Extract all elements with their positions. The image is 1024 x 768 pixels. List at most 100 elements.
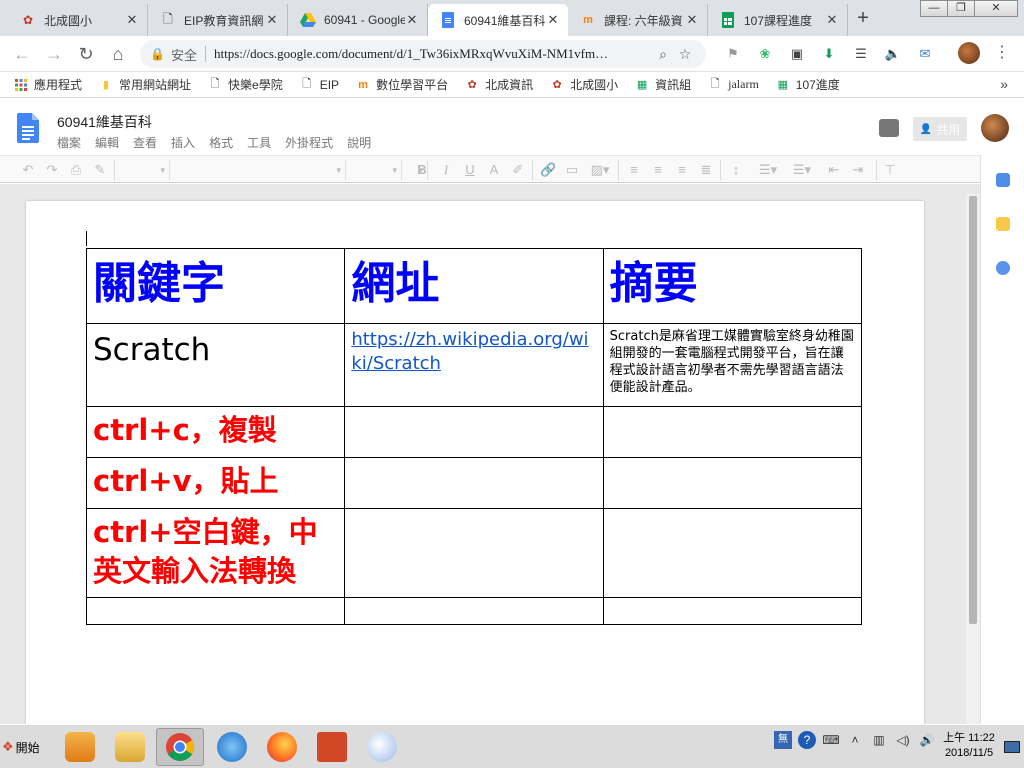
menu-help[interactable]: 說明 bbox=[347, 134, 371, 151]
style-select[interactable]: ▾ bbox=[174, 160, 346, 180]
menu-view[interactable]: 查看 bbox=[133, 134, 157, 151]
tab-google-sheets[interactable]: 107課程進度 ✕ bbox=[708, 4, 848, 36]
keyword-table[interactable]: 關鍵字 網址 摘要 Scratch https://zh.wikipedia.o… bbox=[85, 248, 863, 625]
table-cell[interactable]: Scratch bbox=[85, 323, 346, 407]
document-title[interactable]: 60941維基百科 bbox=[57, 112, 152, 132]
system-clock[interactable]: 上午 11:22 2018/11/5 bbox=[940, 731, 998, 761]
table-cell[interactable] bbox=[602, 508, 863, 598]
undo-icon[interactable]: ↶ bbox=[20, 161, 36, 179]
decrease-indent-icon[interactable]: ⇤ bbox=[826, 161, 842, 179]
volume-icon[interactable]: 🔊 bbox=[918, 731, 936, 749]
address-bar[interactable]: 🔒 安全 https://docs.google.com/document/d/… bbox=[140, 40, 706, 68]
table-cell[interactable]: ctrl+空白鍵，中英文輸入法轉換 bbox=[85, 508, 346, 598]
table-cell[interactable] bbox=[344, 508, 604, 598]
menu-edit[interactable]: 編輯 bbox=[95, 134, 119, 151]
table-cell[interactable] bbox=[602, 597, 863, 625]
zoom-select[interactable]: ▾ bbox=[118, 160, 170, 180]
tab-eip[interactable]: 🗋 EIP教育資訊網 ✕ bbox=[148, 4, 288, 36]
bookmark-eip[interactable]: 🗋 EIP bbox=[300, 78, 339, 92]
bookmark-info-group[interactable]: ▦ 資訊組 bbox=[635, 76, 691, 93]
table-cell[interactable]: 網址 bbox=[344, 248, 604, 324]
tab-moodle-course[interactable]: m 課程: 六年級資 ✕ bbox=[568, 4, 708, 36]
menu-file[interactable]: 檔案 bbox=[57, 134, 81, 151]
vertical-scrollbar[interactable] bbox=[966, 194, 980, 724]
chrome-icon[interactable] bbox=[156, 728, 204, 766]
show-desktop-button[interactable] bbox=[1004, 741, 1020, 753]
comments-icon[interactable] bbox=[879, 119, 899, 137]
bookmark-107-progress[interactable]: ▦ 107進度 bbox=[776, 76, 840, 93]
list-extension-icon[interactable]: ☰ bbox=[850, 44, 872, 64]
reload-icon[interactable]: ↻ bbox=[74, 42, 98, 66]
input-method-icon[interactable]: 無 bbox=[774, 731, 792, 749]
back-arrow-icon[interactable]: ← bbox=[10, 42, 34, 66]
font-select[interactable]: ▾ bbox=[350, 160, 402, 180]
table-cell[interactable] bbox=[344, 406, 604, 458]
table-cell[interactable]: Scratch是麻省理工媒體實驗室終身幼稚園組開發的一套電腦程式開發平台，旨在讓… bbox=[602, 323, 863, 407]
firefox-icon[interactable] bbox=[258, 728, 306, 766]
close-icon[interactable]: ✕ bbox=[685, 12, 699, 28]
menu-tools[interactable]: 工具 bbox=[247, 134, 271, 151]
comment-icon[interactable]: ▭ bbox=[564, 161, 580, 179]
menu-addons[interactable]: 外掛程式 bbox=[285, 134, 333, 151]
keep-notes-icon[interactable] bbox=[996, 217, 1010, 231]
bookmarks-overflow-icon[interactable]: » bbox=[1000, 76, 1008, 92]
google-docs-icon[interactable] bbox=[17, 113, 39, 143]
bookmark-apps[interactable]: 應用程式 bbox=[14, 76, 82, 93]
line-spacing-icon[interactable]: ↕ bbox=[728, 161, 744, 179]
table-cell[interactable]: ctrl+v，貼上 bbox=[85, 457, 346, 509]
align-center-icon[interactable]: ≡ bbox=[650, 161, 666, 179]
new-tab-button[interactable]: + bbox=[852, 8, 874, 30]
speaker-extension-icon[interactable]: 🔈 bbox=[882, 44, 904, 64]
scrollbar-thumb[interactable] bbox=[969, 196, 977, 624]
share-button[interactable]: 👤 共用 bbox=[913, 117, 967, 141]
redo-icon[interactable]: ↷ bbox=[44, 161, 60, 179]
calendar-icon[interactable] bbox=[996, 173, 1010, 187]
align-right-icon[interactable]: ≡ bbox=[674, 161, 690, 179]
underline-icon[interactable]: U bbox=[462, 161, 478, 179]
highlight-icon[interactable]: ✐ bbox=[510, 161, 526, 179]
url-text[interactable]: https://docs.google.com/document/d/1_Tw3… bbox=[214, 46, 652, 62]
tab-beicheng[interactable]: ✿ 北成國小 ✕ bbox=[8, 4, 148, 36]
keyboard-layout-icon[interactable]: ⌨ bbox=[822, 731, 840, 749]
start-button[interactable]: ❖ 開始 bbox=[2, 733, 50, 761]
download-extension-icon[interactable]: ⬇ bbox=[818, 44, 840, 64]
powerpoint-icon[interactable] bbox=[308, 728, 356, 766]
restore-button[interactable]: ❐ bbox=[947, 0, 975, 17]
paint-format-icon[interactable]: ✎ bbox=[92, 161, 108, 179]
window-close-button[interactable]: ✕ bbox=[974, 0, 1018, 17]
table-cell[interactable] bbox=[344, 597, 604, 625]
table-cell[interactable]: https://zh.wikipedia.org/wiki/Scratch bbox=[344, 323, 604, 407]
tab-google-docs-active[interactable]: 60941維基百科 ✕ bbox=[428, 4, 568, 36]
bookmark-digital-learning[interactable]: m 數位學習平台 bbox=[356, 76, 448, 93]
close-icon[interactable]: ✕ bbox=[265, 12, 279, 28]
menu-format[interactable]: 格式 bbox=[209, 134, 233, 151]
table-cell[interactable] bbox=[85, 597, 346, 625]
account-avatar[interactable] bbox=[981, 114, 1009, 142]
help-icon[interactable]: ? bbox=[798, 731, 816, 749]
bookmark-star-icon[interactable]: ☆ bbox=[674, 46, 696, 63]
justify-icon[interactable]: ≣ bbox=[698, 161, 714, 179]
pdf-extension-icon[interactable]: ⚑ bbox=[722, 44, 744, 64]
numbered-list-icon[interactable]: ☰▾ bbox=[756, 161, 780, 179]
document-page[interactable]: 關鍵字 網址 摘要 Scratch https://zh.wikipedia.o… bbox=[26, 201, 924, 724]
media-player-icon[interactable] bbox=[56, 728, 104, 766]
tasks-icon[interactable] bbox=[996, 261, 1010, 275]
show-hidden-icons-icon[interactable]: ˄ bbox=[846, 731, 864, 749]
bookmark-beicheng-school[interactable]: ✿ 北成國小 bbox=[550, 76, 618, 93]
table-cell[interactable]: ctrl+c，複製 bbox=[85, 406, 346, 458]
increase-indent-icon[interactable]: ⇥ bbox=[850, 161, 866, 179]
home-icon[interactable]: ⌂ bbox=[106, 42, 130, 66]
close-icon[interactable]: ✕ bbox=[405, 12, 419, 28]
bold-icon[interactable]: B bbox=[414, 161, 430, 179]
network-icon[interactable]: ▥ bbox=[870, 731, 888, 749]
table-cell[interactable] bbox=[602, 406, 863, 458]
print-icon[interactable]: ⎙ bbox=[68, 161, 84, 179]
mail-extension-icon[interactable]: ✉ bbox=[914, 44, 936, 64]
wikipedia-link[interactable]: https://zh.wikipedia.org/wiki/Scratch bbox=[351, 328, 596, 376]
bookmark-happy-e-academy[interactable]: 🗋 快樂e學院 bbox=[208, 76, 283, 93]
minimize-button[interactable]: — bbox=[920, 0, 948, 17]
clear-format-icon[interactable]: ⊤ bbox=[882, 161, 898, 179]
bulleted-list-icon[interactable]: ☰▾ bbox=[790, 161, 814, 179]
close-icon[interactable]: ✕ bbox=[546, 12, 560, 28]
close-icon[interactable]: ✕ bbox=[125, 12, 139, 28]
